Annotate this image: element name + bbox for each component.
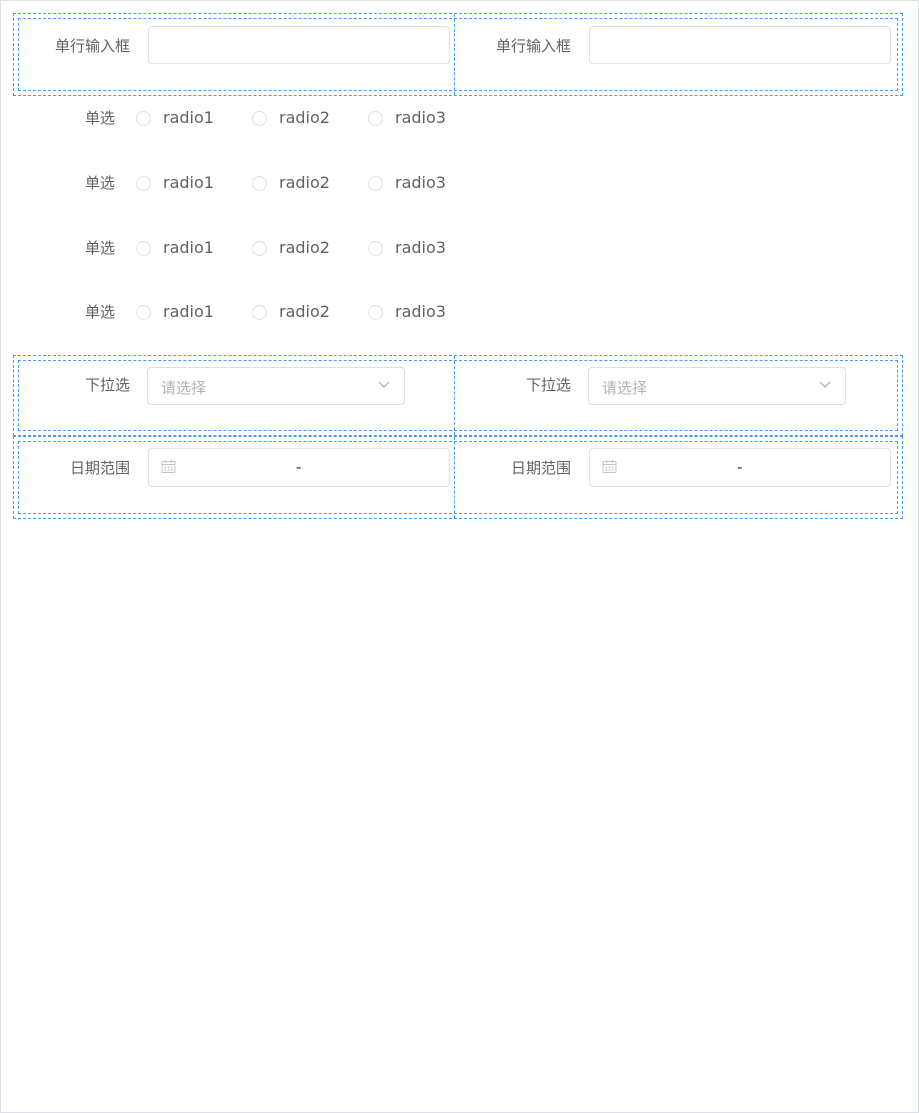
date-label-left: 日期范围 [69,459,130,477]
radio-option-label: radio3 [395,238,446,257]
text-input-right[interactable] [589,26,891,64]
radio-option-label: radio2 [279,302,330,321]
radio-circle [136,111,151,126]
radio-circle [368,241,383,256]
radio-group-label: 单选 [85,174,116,192]
grid-column-divider [454,437,455,518]
input-label-left: 单行输入框 [54,37,130,55]
radio-option-label: radio3 [395,302,446,321]
grid-column-divider [454,14,455,95]
radio-option-label: radio1 [163,302,214,321]
date-range-left[interactable]: - [148,448,450,487]
calendar-icon [161,460,176,473]
grid-row-dates: 日期范围 - 日期范围 - [13,436,903,519]
select-label-left: 下拉选 [84,376,130,394]
radio-circle [252,241,267,256]
radio-option-label: radio1 [163,108,214,127]
form-designer-canvas: 单行输入框 单行输入框 单选 radio1 radio2 radio3 单选 r… [0,0,919,1113]
date-range-separator: - [296,458,302,476]
radio-circle [136,176,151,191]
radio-option-label: radio2 [279,173,330,192]
radio-circle [252,305,267,320]
date-range-right[interactable]: - [589,448,891,487]
chevron-down-icon [378,381,390,388]
radio-group-label: 单选 [85,239,116,257]
radio-circle [252,176,267,191]
radio-group-label: 单选 [85,303,116,321]
radio-circle [136,241,151,256]
radio-circle [368,176,383,191]
radio-option-label: radio3 [395,108,446,127]
calendar-icon [602,460,617,473]
select-right[interactable]: 请选择 [588,367,846,405]
radio-circle [136,305,151,320]
select-placeholder: 请选择 [161,379,207,397]
radio-option-label: radio3 [395,173,446,192]
chevron-down-icon [819,381,831,388]
grid-row-inputs: 单行输入框 单行输入框 [13,13,903,96]
radio-option-label: radio2 [279,108,330,127]
select-left[interactable]: 请选择 [147,367,405,405]
radio-option-label: radio1 [163,173,214,192]
date-range-separator: - [737,458,743,476]
grid-row-selects: 下拉选 请选择 下拉选 请选择 [13,355,903,436]
radio-circle [252,111,267,126]
radio-circle [368,111,383,126]
select-placeholder: 请选择 [602,379,648,397]
grid-column-divider [454,356,455,435]
radio-option-label: radio2 [279,238,330,257]
input-label-right: 单行输入框 [495,37,571,55]
date-label-right: 日期范围 [510,459,571,477]
select-label-right: 下拉选 [525,376,571,394]
radio-option-label: radio1 [163,238,214,257]
radio-group-label: 单选 [85,109,116,127]
radio-circle [368,305,383,320]
text-input-left[interactable] [148,26,450,64]
